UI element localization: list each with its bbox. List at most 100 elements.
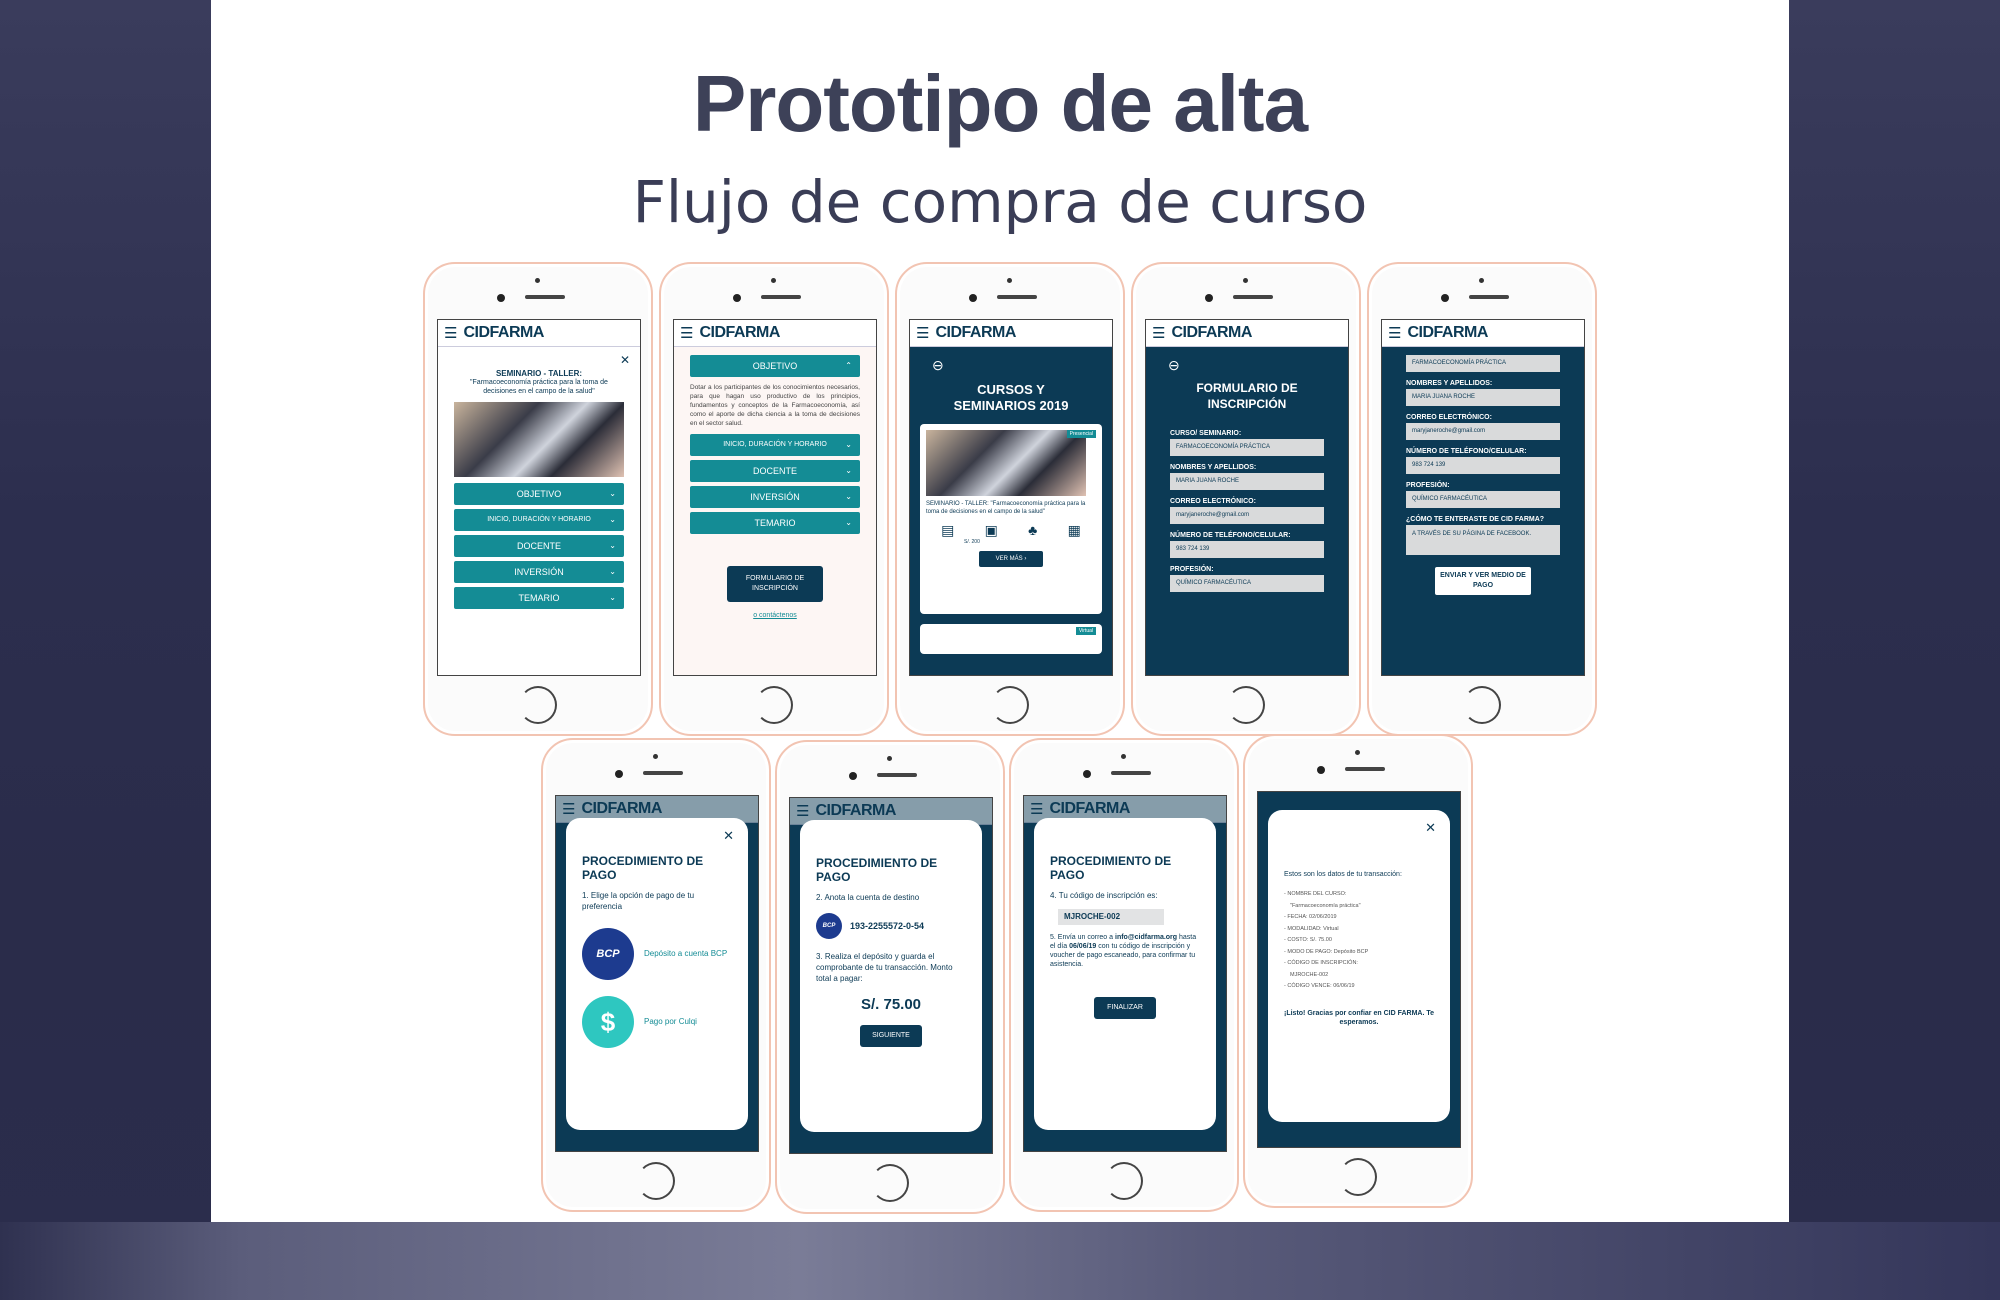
slide-subtitle: Flujo de compra de curso: [632, 168, 1368, 236]
culqi-label: Pago por Culqi: [644, 1017, 697, 1026]
menu-icon: ☰: [796, 803, 810, 820]
back-arrow-icon[interactable]: ⊖: [910, 347, 1112, 374]
screen-payment-step1: ☰ CIDFARMA ✕ PROCEDIMIENTO DE PAGO 1. El…: [555, 795, 759, 1152]
phone-1: ☰ CIDFARMA ✕ SEMINARIO - TALLER: "Farmac…: [423, 262, 653, 736]
menu-icon: ☰: [1030, 801, 1044, 818]
field-label: NÚMERO DE TELÉFONO/CELULAR:: [1406, 448, 1527, 455]
close-icon[interactable]: ✕: [438, 347, 640, 367]
menu-icon[interactable]: ☰: [444, 324, 457, 342]
home-button[interactable]: [1339, 1158, 1377, 1196]
logo: CIDFARMA: [1049, 800, 1130, 817]
step-text: 1. Elige la opción de pago de tu prefere…: [582, 891, 695, 911]
price-label: S/. 200: [964, 539, 980, 545]
course-name: "Farmacoeconomía práctica para la toma d…: [470, 379, 608, 395]
menu-icon[interactable]: ☰: [916, 324, 929, 342]
bcp-option[interactable]: BCP Depósito a cuenta BCP: [582, 928, 732, 980]
home-button[interactable]: [1227, 686, 1265, 724]
card-text: SEMINARIO - TALLER: "Farmacoeconomía prá…: [926, 501, 1086, 515]
objetivo-text: Dotar a los participantes de los conocim…: [690, 384, 860, 427]
payment-modal: PROCEDIMIENTO DE PAGO 2. Anota la cuenta…: [800, 820, 982, 1132]
inversion-button[interactable]: INVERSIÓN ⌄: [454, 561, 624, 583]
phone-field[interactable]: 983 724 139: [1406, 457, 1560, 474]
source-field[interactable]: A TRAVÉS DE SU PÁGINA DE FACEBOOK.: [1406, 525, 1560, 555]
close-icon[interactable]: ✕: [723, 828, 734, 844]
form-button[interactable]: FORMULARIO DE INSCRIPCIÓN: [727, 566, 823, 602]
docente-button[interactable]: DOCENTE ⌄: [454, 535, 624, 557]
submit-button[interactable]: ENVIAR Y VER MEDIO DE PAGO: [1435, 567, 1531, 595]
home-button[interactable]: [1105, 1162, 1143, 1200]
temario-button[interactable]: TEMARIO ⌄: [454, 587, 624, 609]
inicio-button[interactable]: INICIO, DURACIÓN Y HORARIO ⌄: [454, 509, 624, 531]
chevron-down-icon: ⌄: [845, 440, 852, 449]
profession-field[interactable]: QUÍMICO FARMACÉUTICA: [1170, 575, 1324, 592]
app-header: ☰ CIDFARMA: [438, 320, 640, 347]
certificate-icon: ▤: [941, 522, 955, 538]
chevron-up-icon: ⌃: [845, 361, 852, 370]
next-button[interactable]: SIGUIENTE: [860, 1025, 922, 1047]
course-field[interactable]: FARMACOECONOMÍA PRÁCTICA: [1170, 439, 1324, 456]
email-field[interactable]: maryjaneroche@gmail.com: [1170, 507, 1324, 524]
payment-modal: PROCEDIMIENTO DE PAGO 4. Tu código de in…: [1034, 818, 1216, 1130]
inversion-button[interactable]: INVERSIÓN ⌄: [690, 486, 860, 508]
close-icon[interactable]: ✕: [1425, 820, 1436, 836]
phone-7: ☰ CIDFARMA PROCEDIMIENTO DE PAGO 2. Anot…: [775, 740, 1005, 1214]
back-arrow-icon[interactable]: ⊖: [1146, 347, 1348, 374]
field-label: PROFESIÓN:: [1406, 482, 1450, 489]
docente-button[interactable]: DOCENTE ⌄: [690, 460, 860, 482]
contact-link[interactable]: o contáctenos: [674, 612, 876, 619]
registration-code: MJROCHE-002: [1058, 909, 1164, 925]
home-button[interactable]: [1463, 686, 1501, 724]
card-icons: ▤ ▣ ♣ ▦: [926, 522, 1096, 539]
menu-icon[interactable]: ☰: [1388, 324, 1401, 342]
slide: Prototipo de alta Flujo de compra de cur…: [211, 0, 1789, 1222]
screen-confirmation: ✕ Estos son los datos de tu transacción:…: [1257, 791, 1461, 1148]
culqi-option[interactable]: $ Pago por Culqi: [582, 996, 732, 1048]
screen-course-detail: ☰ CIDFARMA ✕ SEMINARIO - TALLER: "Farmac…: [437, 319, 641, 676]
chevron-down-icon: ⌄: [609, 515, 616, 524]
transaction-details: - NOMBRE DEL CURSO: "Farmacoeconomía prá…: [1284, 891, 1369, 989]
screen-registration-form-bottom: ☰ CIDFARMA FARMACOECONOMÍA PRÁCTICA NOMB…: [1381, 319, 1585, 676]
modal-title: PROCEDIMIENTO DE PAGO: [816, 856, 938, 884]
profession-field[interactable]: QUÍMICO FARMACÉUTICA: [1406, 491, 1560, 508]
chevron-down-icon: ⌄: [609, 541, 616, 550]
field-label: NOMBRES Y APELLIDOS:: [1406, 380, 1493, 387]
logo: CIDFARMA: [463, 324, 544, 341]
home-button[interactable]: [871, 1164, 909, 1202]
inicio-button[interactable]: INICIO, DURACIÓN Y HORARIO ⌄: [690, 434, 860, 456]
slide-title: Prototipo de alta: [692, 59, 1308, 148]
temario-button[interactable]: TEMARIO ⌄: [690, 512, 860, 534]
home-button[interactable]: [755, 686, 793, 724]
thanks-message: ¡Listo! Gracias por confiar en CID FARMA…: [1284, 1009, 1435, 1026]
course-photo: [454, 402, 624, 477]
field-label: NOMBRES Y APELLIDOS:: [1170, 464, 1257, 471]
payment-modal: ✕ PROCEDIMIENTO DE PAGO 1. Elige la opci…: [566, 818, 748, 1130]
finish-button[interactable]: FINALIZAR: [1094, 997, 1156, 1019]
home-button[interactable]: [637, 1162, 675, 1200]
phone-3: ☰ CIDFARMA ⊖ CURSOS Y SEMINARIOS 2019 Pr…: [895, 262, 1125, 736]
email-field[interactable]: maryjaneroche@gmail.com: [1406, 423, 1560, 440]
name-field[interactable]: MARIA JUANA ROCHE: [1170, 473, 1324, 490]
phone-field[interactable]: 983 724 139: [1170, 541, 1324, 558]
virtual-badge: Virtual: [1075, 627, 1096, 635]
home-button[interactable]: [991, 686, 1029, 724]
field-label: CURSO/ SEMINARIO:: [1170, 430, 1242, 437]
amount: S/. 75.00: [860, 996, 922, 1013]
see-more-button[interactable]: VER MÁS ›: [979, 551, 1043, 567]
course-card-2[interactable]: Virtual: [920, 624, 1102, 654]
logo: CIDFARMA: [1407, 324, 1488, 341]
course-field[interactable]: FARMACOECONOMÍA PRÁCTICA: [1406, 355, 1560, 372]
name-field[interactable]: MARIA JUANA ROCHE: [1406, 389, 1560, 406]
menu-icon[interactable]: ☰: [680, 324, 693, 342]
email-link[interactable]: info@cidfarma.org: [1115, 934, 1177, 941]
logo: CIDFARMA: [935, 324, 1016, 341]
step-text: 4. Tu código de inscripción es:: [1050, 891, 1158, 900]
menu-icon[interactable]: ☰: [1152, 324, 1165, 342]
objetivo-button[interactable]: OBJETIVO ⌃: [690, 355, 860, 377]
app-header: ☰ CIDFARMA: [674, 320, 876, 347]
course-card[interactable]: Presencial SEMINARIO - TALLER: "Farmacoe…: [920, 424, 1102, 614]
background-gradient: [0, 1222, 2000, 1300]
home-button[interactable]: [519, 686, 557, 724]
step-text: 3. Realiza el depósito y guarda el compr…: [816, 952, 953, 983]
objetivo-button[interactable]: OBJETIVO ⌄: [454, 483, 624, 505]
screen-payment-step2: ☰ CIDFARMA PROCEDIMIENTO DE PAGO 2. Anot…: [789, 797, 993, 1154]
